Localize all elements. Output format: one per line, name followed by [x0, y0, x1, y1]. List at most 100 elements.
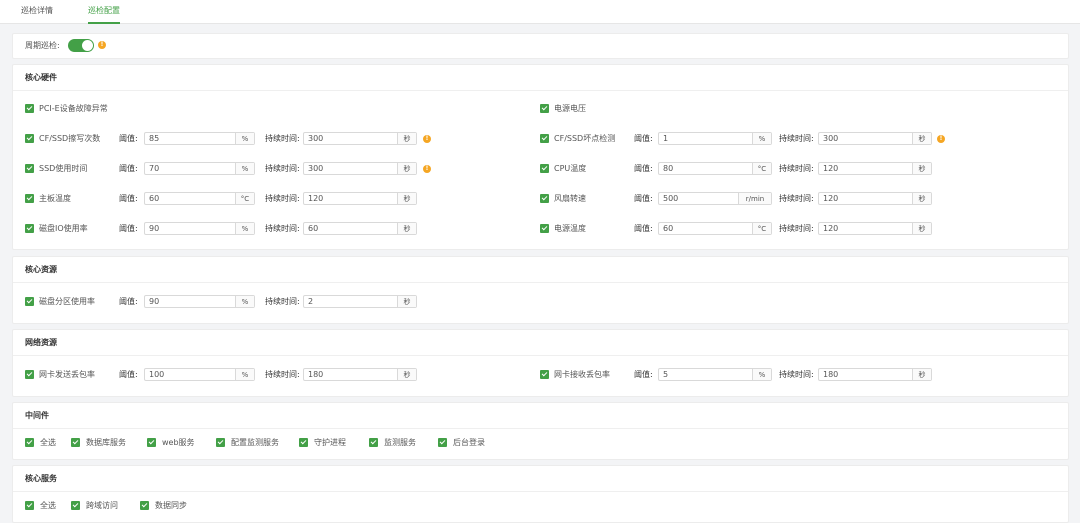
checkbox[interactable]: [540, 194, 549, 203]
card-header: 中间件: [13, 403, 1068, 429]
item-label: 配置监测服务: [231, 438, 279, 447]
duration-value: 2: [308, 297, 314, 306]
duration-input[interactable]: 120 秒: [818, 192, 932, 205]
item-label: 数据同步: [155, 501, 187, 510]
threshold-label: 阈值:: [634, 164, 653, 173]
duration-value: 120: [823, 224, 839, 233]
threshold-unit: %: [752, 133, 771, 144]
tab-inspection-config[interactable]: 巡检配置: [88, 0, 120, 24]
checkbox[interactable]: [71, 438, 80, 447]
checkbox[interactable]: [216, 438, 225, 447]
inspection-config-page: 巡检详情 巡检配置 周期巡检: ! 核心硬件 PCI-E设备故障异常 CF/SSD…: [0, 0, 1080, 523]
threshold-input[interactable]: 1%: [658, 132, 772, 145]
checkbox[interactable]: [25, 297, 34, 306]
duration-input[interactable]: 300 秒: [818, 132, 932, 145]
card-header: 核心资源: [13, 257, 1068, 283]
section-title: 网络资源: [25, 338, 57, 347]
item-label: CPU温度: [554, 164, 587, 173]
config-row: CPU温度 阈值: 80 °C 持续时间: 120 秒: [13, 162, 1068, 176]
item-label: 电源电压: [554, 104, 586, 113]
duration-input[interactable]: 2秒: [303, 295, 417, 308]
duration-label: 持续时间:: [779, 164, 814, 173]
periodic-toggle[interactable]: [68, 39, 94, 52]
duration-unit: 秒: [912, 223, 931, 234]
checklist-item[interactable]: 配置监测服务: [216, 436, 306, 450]
checkbox[interactable]: [147, 438, 156, 447]
threshold-unit: r/min: [738, 193, 771, 204]
threshold-unit: °C: [752, 163, 771, 174]
threshold-input[interactable]: 80 °C: [658, 162, 772, 175]
duration-value: 300: [823, 134, 839, 143]
checkbox[interactable]: [140, 501, 149, 510]
checkbox[interactable]: [540, 134, 549, 143]
checkbox[interactable]: [299, 438, 308, 447]
threshold-unit: °C: [752, 223, 771, 234]
config-row: 磁盘分区使用率 阈值: 90% 持续时间: 2 秒: [13, 295, 1068, 309]
threshold-value: 500: [663, 194, 679, 203]
section-title: 中间件: [25, 411, 49, 420]
item-label: 电源温度: [554, 224, 586, 233]
duration-unit: 秒: [912, 133, 931, 144]
checkbox[interactable]: [369, 438, 378, 447]
threshold-input[interactable]: 5%: [658, 368, 772, 381]
duration-value: 120: [823, 194, 839, 203]
config-row: 电源电压: [13, 102, 1068, 116]
config-row: 风扇转速 阈值: 500 r/min 持续时间: 120 秒: [13, 192, 1068, 206]
duration-label: 持续时间:: [265, 297, 300, 306]
item-label: 全选: [40, 501, 56, 510]
duration-input[interactable]: 180 秒: [818, 368, 932, 381]
tab-inspection-detail[interactable]: 巡检详情: [21, 0, 53, 22]
item-label: CF/SSD坏点检测: [554, 134, 616, 143]
checkbox[interactable]: [540, 164, 549, 173]
tab-bar: 巡检详情 巡检配置: [0, 0, 1080, 24]
duration-label: 持续时间:: [779, 370, 814, 379]
threshold-input[interactable]: 500 r/min: [658, 192, 772, 205]
card-header: 网络资源: [13, 330, 1068, 356]
duration-input[interactable]: 120 秒: [818, 162, 932, 175]
duration-unit: 秒: [912, 193, 931, 204]
item-label: 网卡接收丢包率: [554, 370, 610, 379]
checkbox[interactable]: [25, 501, 34, 510]
item-label: web服务: [162, 438, 195, 447]
checkbox[interactable]: [540, 370, 549, 379]
threshold-input[interactable]: 90%: [144, 295, 255, 308]
duration-label: 持续时间:: [779, 194, 814, 203]
duration-input[interactable]: 120 秒: [818, 222, 932, 235]
core-service-card: 核心服务 全选 跨域访问 数据同步: [12, 465, 1069, 523]
duration-label: 持续时间:: [779, 134, 814, 143]
threshold-input[interactable]: 60 °C: [658, 222, 772, 235]
card-header: 核心硬件: [13, 65, 1068, 91]
checkbox[interactable]: [25, 438, 34, 447]
config-row: CF/SSD坏点检测 阈值: 1% 持续时间: 300 秒!: [13, 132, 1068, 146]
threshold-unit: %: [235, 296, 254, 307]
checkbox[interactable]: [540, 104, 549, 113]
checkbox[interactable]: [438, 438, 447, 447]
item-label: 监测服务: [384, 438, 416, 447]
threshold-value: 5: [663, 370, 669, 379]
duration-value: 120: [823, 164, 839, 173]
threshold-label: 阈值:: [634, 134, 653, 143]
periodic-card: 周期巡检: !: [12, 33, 1069, 59]
duration-value: 180: [823, 370, 839, 379]
threshold-unit: %: [752, 369, 771, 380]
checklist-item[interactable]: 后台登录: [438, 436, 528, 450]
item-label: 磁盘分区使用率: [39, 297, 95, 306]
section-title: 核心服务: [25, 474, 57, 483]
duration-unit: 秒: [397, 296, 416, 307]
threshold-value: 60: [663, 224, 674, 233]
section-title: 核心资源: [25, 265, 57, 274]
threshold-label: 阈值:: [634, 224, 653, 233]
item-label: 后台登录: [453, 438, 485, 447]
item-label: 数据库服务: [86, 438, 126, 447]
checkbox[interactable]: [71, 501, 80, 510]
item-label: 跨域访问: [86, 501, 118, 510]
item-label: 风扇转速: [554, 194, 586, 203]
checkbox[interactable]: [540, 224, 549, 233]
network-resource-card: 网络资源 网卡发送丢包率 阈值: 100% 持续时间: 180 秒网卡接收丢包率 阈值: 5%…: [12, 329, 1069, 397]
middleware-card: 中间件 全选 数据库服务 web服务 配置监测服务 守护进程 监测服务 后台登录: [12, 402, 1069, 460]
config-row: 网卡接收丢包率 阈值: 5% 持续时间: 180 秒: [13, 368, 1068, 382]
threshold-label: 阈值:: [119, 297, 138, 306]
item-label: 守护进程: [314, 438, 346, 447]
threshold-label: 阈值:: [634, 370, 653, 379]
core-resource-card: 核心资源 磁盘分区使用率 阈值: 90% 持续时间: 2 秒: [12, 256, 1069, 324]
